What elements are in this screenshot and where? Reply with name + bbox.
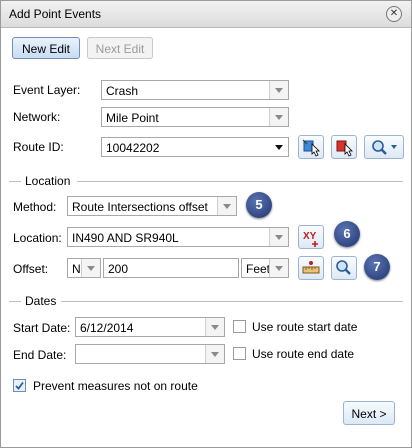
start-date-label: Start Date: bbox=[13, 321, 71, 335]
chevron-down-icon[interactable] bbox=[269, 259, 288, 277]
svg-text:XY: XY bbox=[303, 231, 317, 242]
chevron-down-icon[interactable] bbox=[270, 138, 288, 156]
use-route-start-date-checkbox[interactable] bbox=[233, 320, 246, 333]
network-select[interactable]: Mile Point bbox=[101, 107, 289, 127]
clear-route-icon bbox=[336, 140, 353, 157]
checkmark-icon bbox=[15, 381, 24, 390]
add-point-events-window: Add Point Events ✕ New Edit Next Edit Ev… bbox=[0, 0, 412, 448]
search-dropdown-button[interactable] bbox=[364, 135, 404, 159]
next-edit-button[interactable]: Next Edit bbox=[87, 37, 153, 59]
chevron-down-icon[interactable] bbox=[269, 108, 288, 126]
measure-offset-button[interactable] bbox=[298, 256, 324, 280]
select-route-button[interactable] bbox=[298, 135, 324, 159]
callout-badge-6: 6 bbox=[334, 221, 360, 247]
dates-section-header: Dates bbox=[9, 294, 403, 308]
clear-route-button[interactable] bbox=[331, 135, 357, 159]
chevron-down-icon[interactable] bbox=[81, 259, 100, 277]
chevron-down-icon[interactable] bbox=[205, 345, 224, 363]
title-bar: Add Point Events ✕ bbox=[1, 1, 411, 28]
route-id-label: Route ID: bbox=[13, 140, 64, 154]
chevron-down-icon[interactable] bbox=[205, 318, 224, 336]
prevent-measures-checkbox[interactable] bbox=[13, 379, 26, 392]
location-section-header: Location bbox=[9, 174, 403, 188]
location-label: Location: bbox=[13, 231, 62, 245]
event-layer-label: Event Layer: bbox=[13, 83, 81, 97]
offset-direction-select[interactable]: N bbox=[67, 258, 101, 278]
network-label: Network: bbox=[13, 110, 61, 124]
use-route-end-date-label: Use route end date bbox=[252, 347, 355, 361]
prevent-measures-label: Prevent measures not on route bbox=[33, 379, 198, 393]
callout-badge-5: 5 bbox=[246, 192, 272, 218]
route-id-input[interactable]: 10042202 bbox=[101, 137, 289, 157]
method-select[interactable]: Route Intersections offset bbox=[67, 196, 237, 216]
measure-offset-icon bbox=[302, 261, 320, 274]
offset-value-input[interactable]: 200 bbox=[103, 258, 239, 278]
chevron-down-icon[interactable] bbox=[269, 228, 288, 246]
offset-label: Offset: bbox=[13, 262, 49, 276]
next-button[interactable]: Next > bbox=[343, 401, 395, 425]
use-route-end-date-checkbox[interactable] bbox=[233, 347, 246, 360]
start-date-input[interactable]: 6/12/2014 bbox=[75, 317, 225, 337]
end-date-label: End Date: bbox=[13, 348, 67, 362]
chevron-down-icon[interactable] bbox=[217, 197, 236, 215]
close-icon[interactable]: ✕ bbox=[386, 6, 402, 22]
chevron-down-icon[interactable] bbox=[269, 81, 288, 99]
end-date-input[interactable] bbox=[75, 344, 225, 364]
use-route-start-date-label: Use route start date bbox=[252, 320, 358, 334]
event-layer-select[interactable]: Crash bbox=[101, 80, 289, 100]
method-label: Method: bbox=[13, 200, 57, 214]
xy-location-button[interactable]: XY bbox=[298, 225, 324, 249]
window-title: Add Point Events bbox=[9, 7, 102, 21]
zoom-icon bbox=[336, 260, 351, 275]
zoom-button[interactable] bbox=[331, 256, 357, 280]
select-route-icon bbox=[302, 139, 320, 157]
new-edit-button[interactable]: New Edit bbox=[12, 37, 80, 59]
xy-location-icon: XY bbox=[303, 231, 318, 247]
location-input[interactable]: IN490 AND SR940L bbox=[67, 227, 289, 247]
search-icon bbox=[372, 140, 397, 155]
offset-unit-select[interactable]: Feet bbox=[241, 258, 289, 278]
callout-badge-7: 7 bbox=[364, 254, 390, 280]
